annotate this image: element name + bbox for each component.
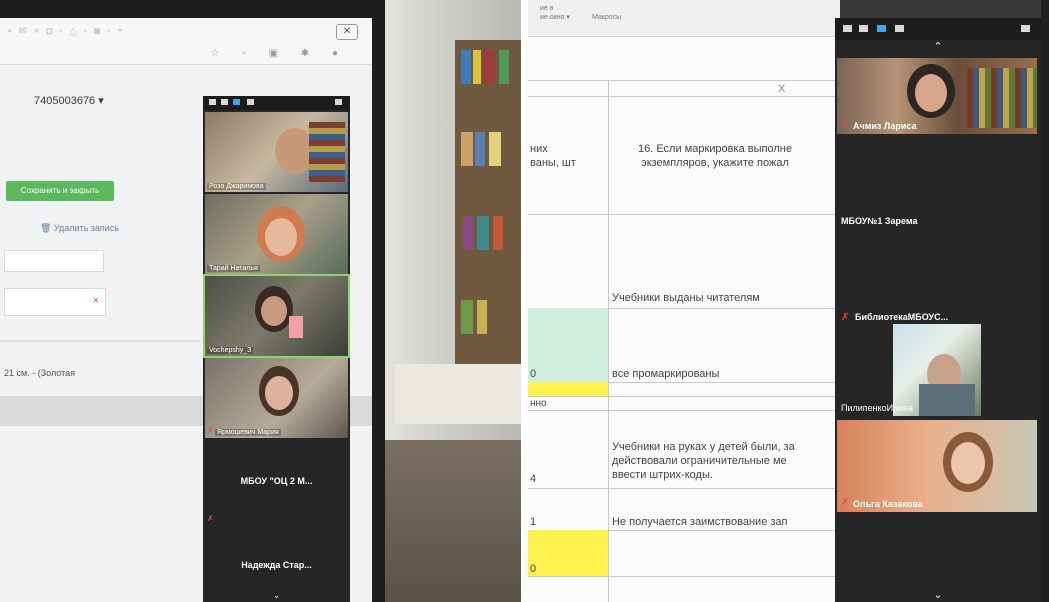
participant-tile-2[interactable]: Тарай Наталья: [205, 194, 348, 274]
monitor-screen: ▪ ✉ × ◘ ▫ △ ▫ ◙ ▫ + ✕ ☆ ▫ ▣ ✱ ● 74050036…: [0, 18, 372, 602]
mic-muted-icon: ✗: [207, 426, 214, 435]
ribbon-window-group[interactable]: ие в ие окно ▾: [540, 4, 570, 22]
mic-muted-icon: ✗: [207, 514, 214, 523]
bookshelf: [455, 40, 521, 380]
gallery-view-icon[interactable]: [895, 25, 904, 32]
answer-cell[interactable]: Учебники на руках у детей были, за дейст…: [612, 440, 795, 482]
yellow-cell[interactable]: [528, 530, 608, 576]
participant-name: Ольга Казакова: [853, 499, 923, 509]
left-photo: ▪ ✉ × ◘ ▫ △ ▫ ◙ ▫ + ✕ ☆ ▫ ▣ ✱ ● 74050036…: [0, 0, 521, 602]
grid-line: [528, 80, 840, 81]
participant-name: Тарай Наталья: [207, 265, 260, 272]
participant-name[interactable]: МБОУ№1 Зарема: [841, 216, 917, 226]
view-icon[interactable]: [859, 25, 868, 32]
value-cell[interactable]: 0: [530, 562, 536, 576]
save-and-close-button[interactable]: Сохранить и закрыть: [6, 181, 114, 201]
monitor-edge: [1041, 0, 1049, 602]
zoom-panel-toolbar: [203, 96, 350, 110]
minimize-icon[interactable]: [843, 25, 852, 32]
zoom-gallery-panel: Роза Джаримова Тарай Наталья Vochepshy_З: [203, 96, 350, 602]
monitor-bezel: ▪ ✉ × ◘ ▫ △ ▫ ◙ ▫ + ✕ ☆ ▫ ▣ ✱ ● 74050036…: [0, 0, 385, 602]
grid-line: [608, 80, 609, 602]
spreadsheet: ие в ие окно ▾ Макросы X них ваны, шт 16…: [528, 0, 840, 602]
participant-tile-1[interactable]: Роза Джаримова: [205, 112, 348, 192]
participant-tile-4[interactable]: Ярмошевич Мария ✗: [205, 358, 348, 438]
delete-record-link[interactable]: 🗑 Удалить запись: [40, 223, 119, 234]
column-header[interactable]: X: [778, 82, 785, 96]
grid-line: [528, 214, 840, 215]
participant-name: Ярмошевич Мария: [215, 429, 281, 436]
browser-tabs[interactable]: ▪ ✉ × ◘ ▫ △ ▫ ◙ ▫ +: [8, 26, 125, 37]
desk: [395, 364, 521, 424]
speaker-view-icon[interactable]: [233, 99, 240, 105]
size-description: 21 см. - (Золотая: [4, 368, 75, 378]
mic-muted-icon: ✗: [841, 312, 850, 323]
browser-extension-icons[interactable]: ☆ ▫ ▣ ✱ ●: [211, 48, 349, 59]
clear-icon[interactable]: ×: [93, 295, 99, 307]
value-cell[interactable]: 4: [530, 472, 536, 486]
value-cell[interactable]: 0: [530, 367, 536, 381]
fullscreen-icon[interactable]: [1021, 25, 1030, 32]
chevron-down-icon[interactable]: ⌄: [835, 588, 1041, 601]
participant-name: Vochepshy_З: [207, 347, 254, 354]
excel-ribbon: ие в ие окно ▾ Макросы: [528, 0, 840, 37]
select-input[interactable]: ×: [4, 288, 106, 316]
answer-cell[interactable]: Не получается заимствование зап: [612, 515, 788, 529]
participant-tile-3[interactable]: Vochepshy_З: [203, 274, 350, 358]
text-input[interactable]: [4, 250, 104, 272]
mic-muted-icon: ✗: [841, 119, 850, 130]
chevron-down-icon[interactable]: ⌄: [203, 590, 350, 601]
participant-tile-1[interactable]: ✗ Ачмиз Лариса: [837, 58, 1037, 134]
gallery-view-icon[interactable]: [247, 99, 254, 105]
participant-name[interactable]: Надежда Стар...: [203, 560, 350, 570]
chevron-up-icon[interactable]: ⌃: [835, 40, 1041, 53]
fullscreen-icon[interactable]: [335, 99, 342, 105]
participant-name: Ачмиз Лариса: [853, 121, 917, 131]
right-photo: ие в ие окно ▾ Макросы X них ваны, шт 16…: [528, 0, 1049, 602]
close-icon[interactable]: ✕: [336, 24, 358, 40]
panel-divider: [0, 340, 200, 342]
view-icon[interactable]: [221, 99, 228, 105]
value-cell[interactable]: 1: [530, 515, 536, 529]
value-cell[interactable]: нно: [530, 397, 547, 411]
grid-line: [528, 410, 840, 411]
green-cell[interactable]: [528, 308, 608, 382]
minimize-icon[interactable]: [209, 99, 216, 105]
grid-line: [528, 488, 840, 489]
floor: [385, 440, 521, 602]
grid-line: [528, 396, 840, 397]
cell-left-clip[interactable]: них ваны, шт: [530, 142, 576, 170]
answer-cell[interactable]: Учебники выданы читателям: [612, 291, 760, 305]
participant-tile-5[interactable]: ✗ Ольга Казакова: [837, 420, 1037, 512]
yellow-cell[interactable]: [528, 382, 608, 396]
participant-name: ПилипенкоИрина: [841, 403, 914, 413]
question-cell[interactable]: 16. Если маркировка выполне экземпляров,…: [638, 142, 792, 170]
zoom-panel-toolbar: [835, 18, 1041, 40]
ribbon-macros-group[interactable]: Макросы: [592, 14, 621, 21]
participant-name: Роза Джаримова: [207, 183, 266, 190]
grid-line: [528, 96, 840, 97]
speaker-view-icon[interactable]: [877, 25, 886, 32]
participant-name[interactable]: БиблиотекаМБОУС...: [855, 312, 948, 322]
participant-name[interactable]: МБОУ "ОЦ 2 М...: [203, 476, 350, 486]
browser-toolbar: ▪ ✉ × ◘ ▫ △ ▫ ◙ ▫ + ✕ ☆ ▫ ▣ ✱ ●: [0, 18, 372, 65]
grid-line: [528, 576, 840, 577]
answer-cell[interactable]: все промаркированы: [612, 367, 719, 381]
zoom-gallery-panel: ⌃ ✗ Ачмиз Лариса МБОУ№1 Зарема ✗ Библиот…: [835, 18, 1041, 602]
account-id-dropdown[interactable]: 7405003676 ▾: [34, 94, 104, 107]
mic-muted-icon: ✗: [841, 497, 850, 508]
